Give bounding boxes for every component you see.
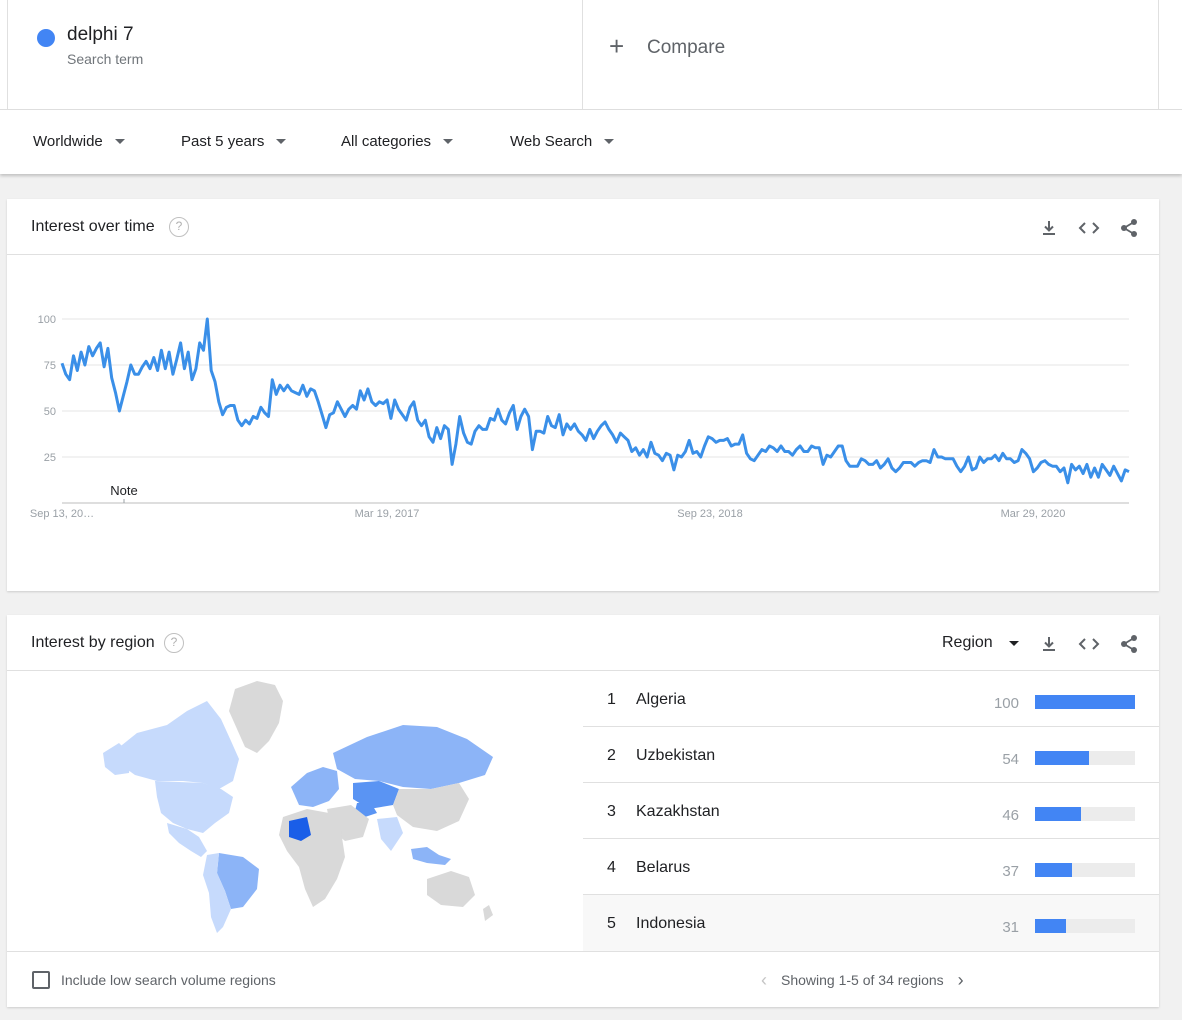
time-filter-label: Past 5 years [181, 133, 265, 150]
filter-bar: Worldwide Past 5 years All categories We… [0, 110, 1182, 174]
region-rank: 3 [607, 803, 616, 820]
region-value: 100 [993, 695, 1019, 712]
card-header: Interest over time ? [7, 199, 1159, 255]
region-bar-track [1035, 695, 1135, 709]
region-bar-track [1035, 807, 1135, 821]
region-value: 46 [1002, 807, 1019, 824]
card-header: Interest by region ? Region [7, 615, 1159, 671]
region-bar [1035, 863, 1072, 877]
region-row[interactable]: 4 Belarus 37 [583, 839, 1159, 895]
chevron-right-icon[interactable]: › [958, 971, 964, 989]
geo-filter-label: Worldwide [33, 133, 103, 150]
time-filter-dropdown[interactable]: Past 5 years [181, 133, 287, 150]
map-region-africa[interactable] [279, 809, 345, 907]
caret-down-icon [114, 139, 125, 144]
caret-down-icon [443, 139, 454, 144]
embed-icon[interactable] [1077, 632, 1101, 656]
region-name[interactable]: Uzbekistan [636, 747, 715, 765]
y-tick-label: 50 [44, 406, 56, 418]
region-bar-track [1035, 751, 1135, 765]
series-line [60, 317, 1130, 485]
card-footer: Include low search volume regions ‹ Show… [7, 951, 1159, 1007]
help-icon[interactable]: ? [164, 633, 184, 653]
map-region-united-states[interactable] [155, 781, 233, 833]
caret-down-icon [1008, 640, 1019, 646]
world-map[interactable] [7, 671, 583, 951]
map-region-new-zealand[interactable] [483, 905, 493, 921]
property-filter-label: Web Search [510, 133, 593, 150]
region-bar-track [1035, 919, 1135, 933]
x-tick-label: Sep 23, 2018 [677, 508, 742, 520]
geo-filter-dropdown[interactable]: Worldwide [33, 133, 125, 150]
y-tick-label: 25 [44, 452, 56, 464]
pagination: ‹ Showing 1-5 of 34 regions › [761, 971, 964, 989]
plus-icon: + [609, 31, 625, 61]
map-region-russia[interactable] [333, 725, 493, 789]
resolution-dropdown[interactable]: Region [942, 634, 1019, 652]
region-value: 54 [1002, 751, 1019, 768]
embed-icon[interactable] [1077, 216, 1101, 240]
y-tick-label: 75 [44, 360, 56, 372]
region-name[interactable]: Algeria [636, 691, 686, 709]
region-bar [1035, 695, 1135, 709]
category-filter-label: All categories [341, 133, 432, 150]
region-rank: 4 [607, 859, 616, 876]
region-rank: 2 [607, 747, 616, 764]
map-region-australia[interactable] [427, 871, 475, 907]
interest-by-region-card: Interest by region ? Region 1 Algeria 10… [7, 615, 1159, 1007]
region-row[interactable]: 3 Kazakhstan 46 [583, 783, 1159, 839]
map-region-india[interactable] [377, 817, 403, 851]
region-bar [1035, 919, 1066, 933]
region-bar-track [1035, 863, 1135, 877]
search-term-card[interactable]: delphi 7 Search term [7, 0, 583, 110]
search-term-name[interactable]: delphi 7 [67, 24, 134, 46]
download-icon[interactable] [1037, 632, 1061, 656]
region-name[interactable]: Kazakhstan [636, 803, 720, 821]
compare-label: Compare [647, 37, 726, 58]
interest-over-time-card: Interest over time ? 25 50 75 100 Sep 13, 20… [7, 199, 1159, 591]
explore-header: delphi 7 Search term + Compare [0, 0, 1182, 110]
region-name[interactable]: Belarus [636, 859, 690, 877]
low-volume-checkbox[interactable] [32, 971, 50, 989]
card-title: Interest over time [31, 218, 155, 235]
help-icon[interactable]: ? [169, 217, 189, 237]
region-rank: 1 [607, 691, 616, 708]
region-name[interactable]: Indonesia [636, 915, 705, 933]
y-tick-label: 100 [38, 314, 56, 326]
x-tick-label: Sep 13, 20… [30, 508, 94, 520]
region-row[interactable]: 2 Uzbekistan 54 [583, 727, 1159, 783]
map-region-indonesia[interactable] [411, 847, 451, 865]
low-volume-label[interactable]: Include low search volume regions [61, 972, 276, 988]
caret-down-icon [276, 139, 287, 144]
map-region-europe[interactable] [291, 767, 339, 807]
region-value: 31 [1002, 919, 1019, 936]
chevron-left-icon[interactable]: ‹ [761, 971, 767, 989]
card-title: Interest by region [31, 634, 155, 651]
region-bar [1035, 807, 1081, 821]
map-region-canada[interactable] [117, 701, 239, 789]
pagination-text: Showing 1-5 of 34 regions [781, 972, 944, 988]
region-row[interactable]: 5 Indonesia 31 [583, 895, 1159, 951]
region-row[interactable]: 1 Algeria 100 [583, 671, 1159, 727]
x-tick-label: Mar 29, 2020 [1001, 508, 1066, 520]
caret-down-icon [604, 139, 615, 144]
category-filter-dropdown[interactable]: All categories [341, 133, 454, 150]
region-bar [1035, 751, 1089, 765]
share-icon[interactable] [1117, 632, 1141, 656]
compare-button[interactable]: + Compare [583, 0, 1159, 110]
property-filter-dropdown[interactable]: Web Search [510, 133, 615, 150]
x-tick-label: Mar 19, 2017 [355, 508, 420, 520]
map-region-greenland[interactable] [229, 681, 283, 753]
region-rank: 5 [607, 915, 616, 932]
share-icon[interactable] [1117, 216, 1141, 240]
download-icon[interactable] [1037, 216, 1061, 240]
interest-line-chart[interactable]: 25 50 75 100 Sep 13, 20… Mar 19, 2017 Sep 23, … [7, 255, 1159, 591]
term-color-dot [37, 29, 55, 47]
map-region-china[interactable] [393, 783, 469, 831]
search-term-subtitle: Search term [67, 51, 144, 67]
region-value: 37 [1002, 863, 1019, 880]
resolution-label: Region [942, 634, 993, 651]
note-label: Note [110, 483, 137, 498]
